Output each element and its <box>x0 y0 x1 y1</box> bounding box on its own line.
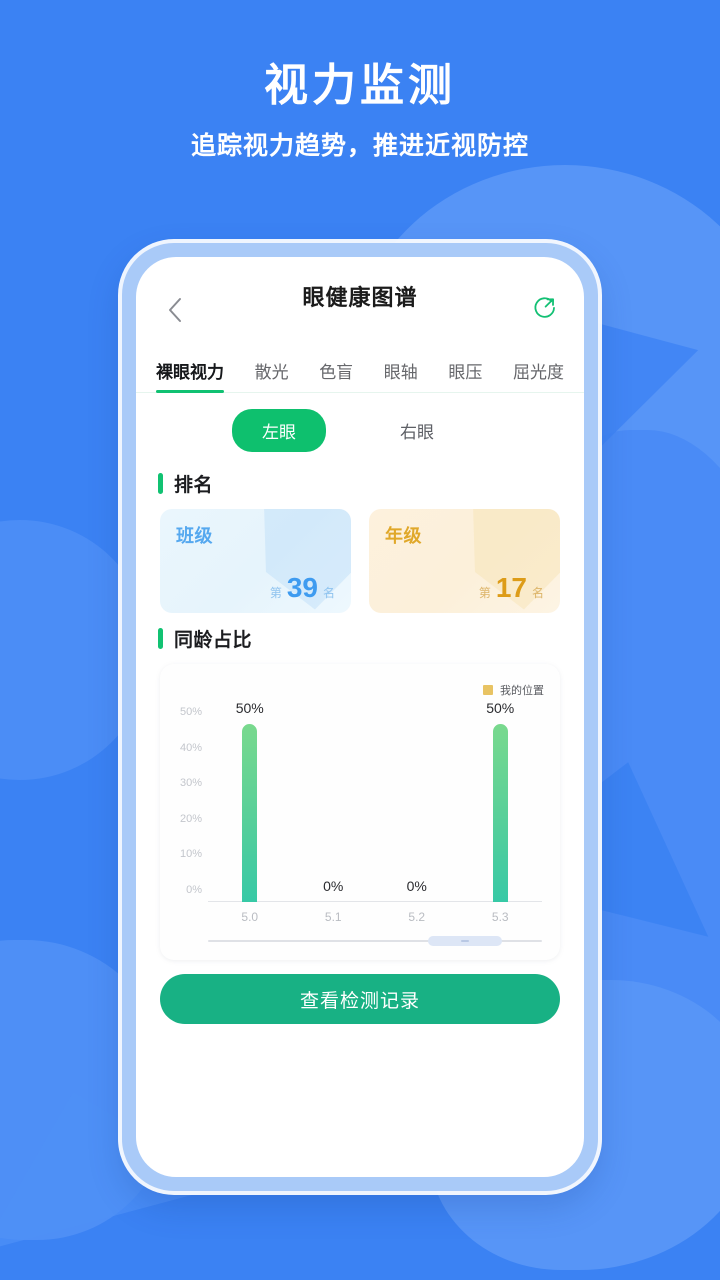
chart-legend: 我的位置 <box>483 682 544 698</box>
chart-bars: 50% 0% 0% 50% <box>208 700 543 902</box>
legend-label: 我的位置 <box>500 685 544 697</box>
category-tabs: 裸眼视力 散光 色盲 眼轴 眼压 屈光度 <box>136 345 584 393</box>
rank-cards: 班级 第 39 名 年级 第 17 名 <box>136 505 584 613</box>
chart-y-tick: 0% <box>186 884 202 896</box>
promo-header: 视力监测 追踪视力趋势，推进近视防控 <box>0 0 720 162</box>
rank-card-label: 年级 <box>385 526 422 546</box>
rank-card-value: 第 39 名 <box>270 574 335 602</box>
promo-title: 视力监测 <box>264 61 456 110</box>
share-circle-icon <box>532 295 558 326</box>
chart-y-tick: 30% <box>179 777 202 790</box>
grip-icon <box>461 940 470 942</box>
share-button[interactable] <box>528 293 562 327</box>
promo-subtitle: 追踪视力趋势，推进近视防控 <box>190 132 529 161</box>
tab-diopter[interactable]: 屈光度 <box>513 358 564 392</box>
chart-x-labels: 5.0 5.1 5.2 5.3 <box>208 910 542 924</box>
chart-bar-value-label: 0% <box>323 878 344 894</box>
chart-y-tick: 50% <box>179 706 202 718</box>
promo-screenshot: 视力监测 追踪视力趋势，推进近视防控 眼健康图谱 裸眼视力 散光 色盲 眼轴 眼… <box>0 0 720 1280</box>
chart-plot-area: 50% 0% 0% 50% 50% 40% 30% 20% 10% 0% <box>180 700 543 902</box>
chart-y-tick: 20% <box>179 812 202 825</box>
rank-card-label: 班级 <box>176 526 213 546</box>
chart-bar-value-label: 50% <box>486 700 515 716</box>
chart-scroll-thumb[interactable] <box>428 936 502 946</box>
chart-x-tick: 5.0 <box>241 910 259 924</box>
tab-eye-pressure[interactable]: 眼压 <box>448 358 482 392</box>
app-navbar: 眼健康图谱 <box>136 257 584 345</box>
section-accent-bar <box>158 473 163 494</box>
rank-section-title: 排名 <box>174 475 214 496</box>
segment-left-eye[interactable]: 左眼 <box>232 409 326 452</box>
rank-card-class[interactable]: 班级 第 39 名 <box>160 509 351 613</box>
rank-card-grade[interactable]: 年级 第 17 名 <box>369 509 560 613</box>
chart-bar <box>242 724 258 902</box>
chevron-left-icon <box>167 297 183 323</box>
rank-prefix: 第 <box>269 586 282 600</box>
legend-swatch-icon <box>483 685 493 695</box>
rank-suffix: 名 <box>531 586 544 600</box>
chart-y-tick: 40% <box>179 741 202 754</box>
chart-bar-slot: 0% <box>292 724 376 902</box>
chart-x-tick: 5.2 <box>408 910 426 924</box>
segment-right-eye[interactable]: 右眼 <box>370 409 464 452</box>
tab-color-blindness[interactable]: 色盲 <box>319 358 353 392</box>
tab-naked-vision[interactable]: 裸眼视力 <box>156 358 224 393</box>
tab-astigmatism[interactable]: 散光 <box>255 358 289 392</box>
chart-y-tick: 10% <box>179 848 202 861</box>
chart-x-tick: 5.1 <box>324 910 342 924</box>
rank-section-header: 排名 <box>136 458 584 505</box>
chart-scrollbar[interactable] <box>208 936 542 946</box>
chart-bar-slot: 50% <box>208 700 292 902</box>
cta-container: 查看检测记录 <box>136 960 584 1024</box>
peer-section-title: 同龄占比 <box>174 630 253 651</box>
chart-bar-value-label: 0% <box>406 878 427 894</box>
phone-mockup: 眼健康图谱 裸眼视力 散光 色盲 眼轴 眼压 屈光度 左眼 右眼 排名 班级 第… <box>122 243 598 1191</box>
section-accent-bar <box>158 628 163 649</box>
tab-axial-length[interactable]: 眼轴 <box>384 358 418 392</box>
eye-segment-control: 左眼 右眼 <box>136 393 584 458</box>
rank-suffix: 名 <box>322 586 335 600</box>
phone-screen: 眼健康图谱 裸眼视力 散光 色盲 眼轴 眼压 屈光度 左眼 右眼 排名 班级 第… <box>136 257 584 1177</box>
peer-ratio-chart[interactable]: 我的位置 50% 0% 0% 50% 50% 40% 30% 20% 10% 0% 5.0 5.1… <box>160 664 560 960</box>
rank-prefix: 第 <box>478 586 491 600</box>
back-button[interactable] <box>158 293 192 327</box>
page-title: 眼健康图谱 <box>302 285 418 310</box>
view-records-button[interactable]: 查看检测记录 <box>160 974 560 1024</box>
chart-bar <box>492 724 508 902</box>
peer-section-header: 同龄占比 <box>136 613 584 660</box>
chart-bar-slot: 0% <box>375 724 459 902</box>
rank-card-value: 第 17 名 <box>479 574 544 602</box>
chart-x-tick: 5.3 <box>491 910 509 924</box>
chart-bar-value-label: 50% <box>235 700 264 716</box>
rank-number: 17 <box>495 572 527 603</box>
rank-number: 39 <box>286 572 318 603</box>
chart-bar-slot: 50% <box>459 700 543 902</box>
